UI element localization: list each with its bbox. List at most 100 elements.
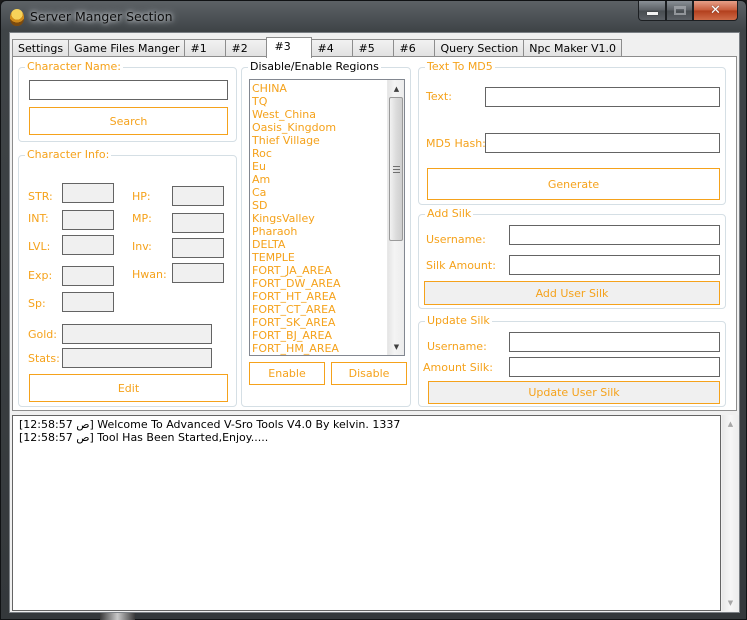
log-scroll-down-icon[interactable]: ▼ bbox=[722, 594, 739, 611]
enable-button[interactable]: Enable bbox=[249, 362, 325, 385]
character-info-legend: Character Info: bbox=[25, 148, 112, 162]
sp-label: Sp: bbox=[28, 297, 46, 310]
text-label: Text: bbox=[426, 90, 452, 103]
tab-game-files-manger[interactable]: Game Files Manger bbox=[68, 39, 186, 57]
md5-hash-input[interactable] bbox=[485, 133, 720, 153]
md5-text-input[interactable] bbox=[485, 87, 720, 107]
character-name-group: Character Name: Search bbox=[18, 60, 237, 142]
character-name-input[interactable] bbox=[29, 80, 228, 100]
region-list-item[interactable]: FORT_BJ_AREA bbox=[252, 329, 386, 342]
tab-settings[interactable]: Settings bbox=[12, 39, 70, 57]
update-user-silk-button[interactable]: Update User Silk bbox=[428, 381, 720, 404]
title-bar[interactable]: Server Manger Section ✕ bbox=[1, 1, 746, 33]
region-list-item[interactable]: Ca bbox=[252, 186, 386, 199]
maximize-button[interactable] bbox=[666, 1, 693, 21]
app-window: Server Manger Section ✕ Settings Game Fi… bbox=[0, 0, 747, 620]
add-username-input[interactable] bbox=[509, 225, 720, 245]
app-logo-icon bbox=[10, 9, 24, 26]
int-field[interactable] bbox=[62, 210, 114, 230]
mp-field[interactable] bbox=[172, 213, 224, 233]
silk-amount-input[interactable] bbox=[509, 255, 720, 275]
tab-page-3: Character Name: Search Character Info: S… bbox=[12, 56, 737, 411]
grip-icon bbox=[393, 166, 400, 173]
gold-field[interactable] bbox=[62, 324, 212, 344]
tab-5[interactable]: #5 bbox=[352, 39, 395, 57]
maximize-icon bbox=[673, 6, 686, 15]
minimize-button[interactable] bbox=[638, 1, 666, 21]
scroll-up-icon[interactable]: ▲ bbox=[388, 80, 404, 97]
stats-field[interactable] bbox=[62, 348, 212, 368]
log-scroll-up-icon[interactable]: ▲ bbox=[722, 415, 739, 432]
disable-button[interactable]: Disable bbox=[331, 362, 407, 385]
md5-group: Text To MD5 Text: MD5 Hash: Generate bbox=[418, 60, 726, 205]
log-lines: [12:58:57 ص] Welcome To Advanced V-Sro T… bbox=[19, 418, 400, 444]
close-icon: ✕ bbox=[710, 3, 721, 18]
tab-3[interactable]: #3 bbox=[266, 37, 313, 58]
log-output[interactable]: [12:58:57 ص] Welcome To Advanced V-Sro T… bbox=[12, 415, 721, 611]
update-username-input[interactable] bbox=[509, 332, 720, 352]
tab-6[interactable]: #6 bbox=[393, 39, 436, 57]
tab-query-section[interactable]: Query Section bbox=[434, 39, 525, 57]
scroll-down-icon[interactable]: ▼ bbox=[388, 338, 404, 355]
str-field[interactable] bbox=[62, 183, 114, 203]
hwan-field[interactable] bbox=[172, 263, 224, 283]
tab-2[interactable]: #2 bbox=[225, 39, 268, 57]
minimize-icon bbox=[646, 12, 658, 15]
lvl-field[interactable] bbox=[62, 235, 114, 255]
regions-listbox[interactable]: CHINA TQ West_China Oasis_Kingdom Thief Vill… bbox=[249, 79, 405, 356]
region-list-item[interactable]: Oasis_Kingdom bbox=[252, 121, 386, 134]
add-user-silk-button[interactable]: Add User Silk bbox=[424, 281, 720, 305]
log-scrollbar[interactable]: ▲ ▼ bbox=[722, 415, 739, 611]
close-button[interactable]: ✕ bbox=[693, 1, 738, 21]
region-list-item[interactable]: FORT_DW_AREA bbox=[252, 277, 386, 290]
md5-hash-label: MD5 Hash: bbox=[426, 137, 486, 150]
edit-button[interactable]: Edit bbox=[29, 374, 228, 402]
character-info-group: Character Info: STR: INT: LVL: Exp: Sp: … bbox=[18, 148, 237, 407]
log-line: [12:58:57 ص] Welcome To Advanced V-Sro T… bbox=[19, 418, 401, 431]
hp-field[interactable] bbox=[172, 186, 224, 206]
tab-npc-maker[interactable]: Npc Maker V1.0 bbox=[523, 39, 623, 57]
regions-legend: Disable/Enable Regions bbox=[248, 60, 381, 74]
update-username-label: Username: bbox=[427, 340, 487, 353]
md5-legend: Text To MD5 bbox=[425, 60, 495, 74]
region-list-item[interactable]: SD bbox=[252, 199, 386, 212]
stats-label: Stats: bbox=[28, 352, 60, 365]
region-list-item[interactable]: West_China bbox=[252, 108, 386, 121]
region-list-item[interactable]: CHINA bbox=[252, 82, 386, 95]
scroll-thumb[interactable] bbox=[389, 97, 403, 241]
region-list-item[interactable]: FORT_HT_AREA bbox=[252, 290, 386, 303]
region-list-item[interactable]: Eu bbox=[252, 160, 386, 173]
tab-1[interactable]: #1 bbox=[184, 39, 227, 57]
region-list-item[interactable]: FORT_CT_AREA bbox=[252, 303, 386, 316]
add-username-label: Username: bbox=[426, 233, 486, 246]
update-silk-legend: Update Silk bbox=[425, 314, 492, 328]
hp-label: HP: bbox=[132, 190, 151, 203]
region-list-item[interactable]: FORT_SK_AREA bbox=[252, 316, 386, 329]
region-list-item[interactable]: Am bbox=[252, 173, 386, 186]
inv-field[interactable] bbox=[172, 238, 224, 258]
amount-silk-input[interactable] bbox=[509, 357, 720, 377]
amount-silk-label: Amount Silk: bbox=[423, 361, 493, 374]
region-list-item[interactable]: DELTA bbox=[252, 238, 386, 251]
region-list-item[interactable]: FORT_JA_AREA bbox=[252, 264, 386, 277]
window-title: Server Manger Section bbox=[30, 9, 173, 24]
search-button[interactable]: Search bbox=[29, 107, 228, 135]
hwan-label: Hwan: bbox=[132, 268, 167, 281]
mp-label: MP: bbox=[132, 212, 152, 225]
region-list-item[interactable]: Thief Village bbox=[252, 134, 386, 147]
region-list-item[interactable]: Pharaoh bbox=[252, 225, 386, 238]
region-list-item[interactable]: TQ bbox=[252, 95, 386, 108]
generate-button[interactable]: Generate bbox=[427, 168, 720, 200]
exp-label: Exp: bbox=[28, 269, 53, 282]
region-list-item[interactable]: FORT_HM_AREA bbox=[252, 342, 386, 355]
region-list-item[interactable]: Roc bbox=[252, 147, 386, 160]
sp-field[interactable] bbox=[62, 292, 114, 312]
exp-field[interactable] bbox=[62, 266, 114, 286]
regions-scrollbar[interactable]: ▲ ▼ bbox=[387, 80, 404, 355]
tab-4[interactable]: #4 bbox=[311, 39, 354, 57]
region-list-item[interactable]: TEMPLE bbox=[252, 251, 386, 264]
region-list-item[interactable]: KingsValley bbox=[252, 212, 386, 225]
gold-label: Gold: bbox=[28, 328, 57, 341]
update-silk-group: Update Silk Username: Amount Silk: Updat… bbox=[418, 314, 726, 407]
silk-amount-label: Silk Amount: bbox=[426, 259, 496, 272]
